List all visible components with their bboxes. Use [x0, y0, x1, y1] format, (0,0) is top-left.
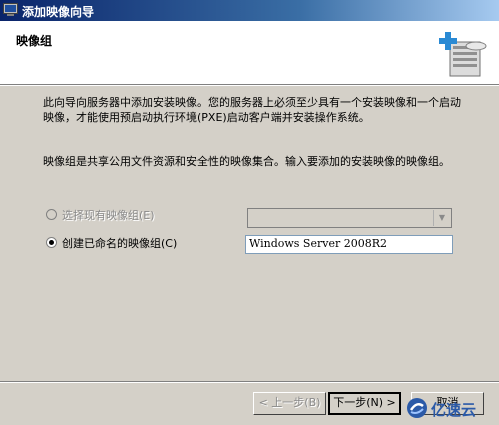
add-server-image-icon — [439, 32, 487, 77]
wizard-header: 映像组 — [0, 21, 499, 84]
wizard-app-icon — [3, 3, 18, 16]
intro-paragraph: 此向导向服务器中添加安装映像。您的服务器上必须至少具有一个安装映像和一个启动映像… — [43, 96, 461, 124]
header-divider-highlight — [0, 85, 499, 86]
existing-group-radio[interactable] — [46, 209, 57, 220]
next-button[interactable]: 下一步(N) > — [328, 392, 401, 415]
group-name-input[interactable]: Windows Server 2008R2 — [245, 235, 453, 254]
cloud-logo-icon — [407, 398, 427, 418]
title-bar: 添加映像向导 — [0, 0, 499, 21]
chevron-down-icon[interactable]: ▼ — [433, 210, 450, 226]
window-title: 添加映像向导 — [22, 5, 95, 19]
back-button[interactable]: < 上一步(B) — [253, 392, 326, 415]
image-group-description: 映像组是共享公用文件资源和安全性的映像集合。输入要添加的安装映像的映像组。 — [43, 155, 450, 168]
existing-group-dropdown[interactable]: ▼ — [247, 208, 452, 228]
footer-divider-highlight — [0, 382, 499, 383]
page-heading: 映像组 — [16, 34, 53, 48]
create-group-radio[interactable] — [46, 237, 57, 248]
watermark-text: 亿速云 — [431, 401, 477, 419]
add-image-wizard-window: 添加映像向导 映像组 此向导向服务器中添加安装映像。您的服务器上必须至少具有一个… — [0, 0, 499, 425]
radio-selected-dot — [49, 240, 54, 245]
create-group-label: 创建已命名的映像组(C) — [62, 237, 178, 250]
existing-group-label: 选择现有映像组(E) — [62, 209, 155, 222]
